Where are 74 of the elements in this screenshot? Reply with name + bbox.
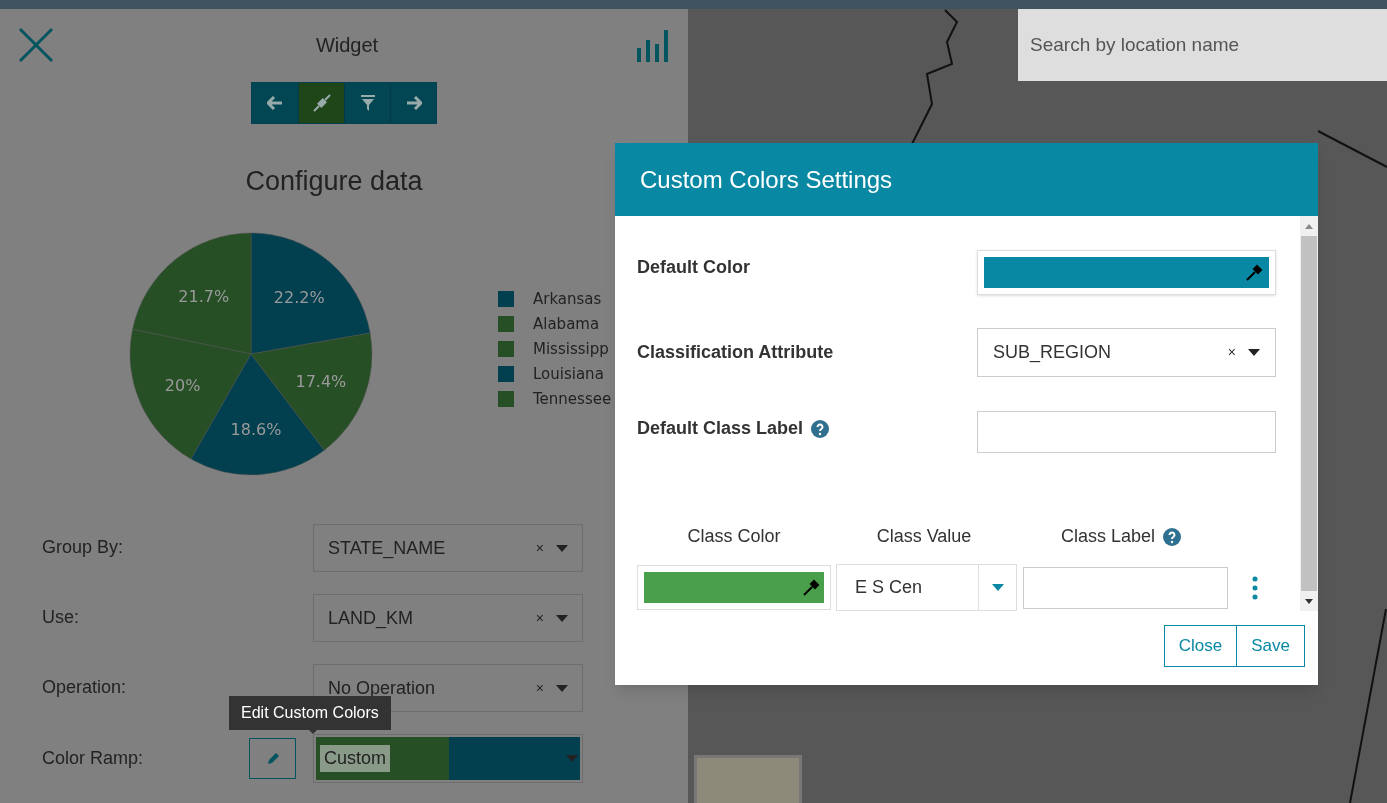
legend-swatch <box>498 391 514 407</box>
legend-swatch <box>498 316 514 332</box>
slice-label: 21.7% <box>178 286 230 306</box>
color-ramp-select[interactable]: Custom <box>313 734 583 783</box>
field-label: Group By: <box>41 536 125 559</box>
eyedropper-icon <box>1245 263 1263 282</box>
toolbar-button[interactable] <box>298 83 344 123</box>
edit-button[interactable] <box>249 738 296 779</box>
legend-label: Louisiana <box>533 363 604 385</box>
slice-label: 22.2% <box>273 287 325 307</box>
tooltip-arrow <box>307 728 319 734</box>
toolbar-button[interactable] <box>344 83 390 123</box>
search-field[interactable]: Search by location name <box>1018 9 1387 81</box>
tooltip: Edit Custom Colors <box>229 696 391 730</box>
right-arrow-icon <box>405 96 422 110</box>
caret-icon <box>991 584 1004 591</box>
clear-icon[interactable]: × <box>535 607 544 629</box>
field-label: Default Class Label <box>637 417 804 440</box>
caret-icon <box>556 544 568 552</box>
field-label: Use: <box>41 606 80 629</box>
more-options-icon[interactable] <box>1252 575 1258 600</box>
legend-swatch <box>498 341 514 357</box>
field-label: Operation: <box>41 676 128 699</box>
color-picker[interactable] <box>977 250 1276 295</box>
slice-label: 17.4% <box>295 372 347 392</box>
scroll-thumb[interactable] <box>1301 236 1317 591</box>
close-icon[interactable] <box>18 27 54 63</box>
left-arrow-icon <box>267 96 283 110</box>
toolbar-button[interactable] <box>252 83 298 123</box>
caret-icon <box>556 684 568 692</box>
toolbar-button[interactable] <box>390 83 436 123</box>
help-icon[interactable] <box>811 419 830 438</box>
ramp-value: Custom <box>320 745 390 772</box>
widget-title: Widget <box>314 33 380 58</box>
legend-swatch <box>498 291 514 307</box>
scroll-down-icon[interactable] <box>1305 598 1313 604</box>
select-field[interactable]: LAND_KM × <box>313 594 583 642</box>
column-header: Class Color <box>687 525 781 548</box>
dialog-title: Custom Colors Settings <box>640 164 893 195</box>
clear-icon[interactable]: × <box>535 677 544 699</box>
select-field[interactable]: SUB_REGION × <box>977 328 1276 377</box>
legend-label: Tennessee <box>533 388 612 410</box>
color-picker[interactable] <box>637 565 831 610</box>
map-thumbnail[interactable] <box>694 755 802 803</box>
field-label: Default Color <box>637 256 751 279</box>
dialog-button[interactable]: Save <box>1236 625 1305 667</box>
slice-label: 20% <box>164 375 201 395</box>
field-label: Classification Attribute <box>637 341 835 364</box>
scroll-up-icon[interactable] <box>1305 223 1313 229</box>
bar-chart-icon[interactable] <box>636 28 670 62</box>
column-header: Class Label <box>1060 525 1156 548</box>
legend-label: Mississipp <box>533 338 609 360</box>
filter-icon <box>360 95 375 111</box>
eyedropper-icon <box>802 578 820 597</box>
legend-label: Arkansas <box>533 288 602 310</box>
select-field[interactable]: E S Cen <box>836 564 1017 611</box>
clear-icon[interactable]: × <box>1227 342 1236 363</box>
select-field[interactable]: STATE_NAME × <box>313 524 583 572</box>
input-field[interactable] <box>1023 566 1228 609</box>
legend-label: Alabama <box>533 313 600 335</box>
dialog-button[interactable]: Close <box>1163 625 1238 667</box>
input-field[interactable] <box>977 411 1276 453</box>
column-header: Class Value <box>876 525 972 548</box>
caret-icon <box>556 614 568 622</box>
caret-icon <box>566 755 578 762</box>
section-heading: Configure data <box>245 168 423 195</box>
help-icon[interactable] <box>1163 527 1182 546</box>
boundary-line <box>1318 129 1387 169</box>
legend-swatch <box>498 366 514 382</box>
caret-icon <box>1248 349 1260 356</box>
field-label: Color Ramp: <box>41 747 145 770</box>
slice-label: 18.6% <box>230 419 282 439</box>
plug-icon <box>312 94 331 112</box>
clear-icon[interactable]: × <box>535 537 544 559</box>
